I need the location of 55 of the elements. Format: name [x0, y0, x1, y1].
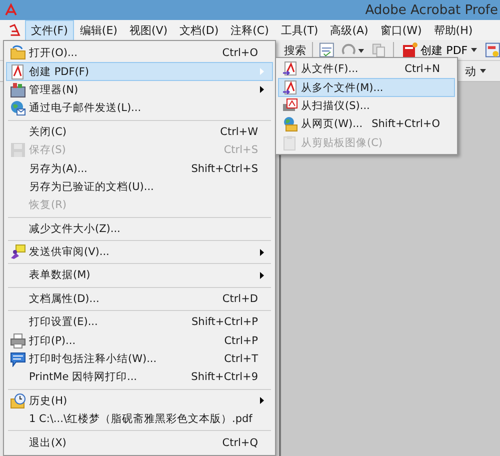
- menu-item[interactable]: 从扫描仪(S)...: [278, 96, 455, 116]
- scanner-icon: [282, 98, 298, 114]
- menu-bar-item[interactable]: 帮助(H): [428, 20, 478, 40]
- caret-icon[interactable]: [480, 69, 486, 73]
- menu-bar-item[interactable]: 工具(T): [276, 20, 324, 40]
- menu-bar-item[interactable]: 高级(A): [325, 20, 374, 40]
- menu-item[interactable]: 通过电子邮件发送(L)...: [6, 99, 273, 118]
- menu-item[interactable]: 退出(X) Ctrl+Q: [6, 433, 273, 452]
- spell-check-icon[interactable]: [318, 42, 334, 58]
- window-title: Adobe Acrobat Profe: [365, 2, 498, 18]
- clipboard-icon: [282, 134, 298, 151]
- submenu-arrow-icon: [260, 68, 264, 76]
- menu-item[interactable]: 从文件(F)... Ctrl+N: [278, 60, 455, 78]
- menu-bar-item[interactable]: 文档(D): [174, 20, 224, 40]
- toolbar-label[interactable]: 动: [465, 64, 476, 78]
- menu-item[interactable]: 文档属性(D)... Ctrl+D: [6, 290, 273, 308]
- organizer-icon: [10, 82, 26, 98]
- globe-folder-icon: [282, 116, 298, 132]
- submenu-arrow-icon: [260, 272, 264, 279]
- menu-item[interactable]: 打印时包括注释小结(W)... Ctrl+T: [6, 350, 273, 368]
- menu-item[interactable]: 发送供审阅(V)...: [6, 242, 273, 262]
- acrobat-logo-icon: [4, 3, 18, 17]
- caret-icon: [470, 48, 477, 52]
- menu-item[interactable]: PrintMe 因特网打印... Shift+Ctrl+9: [6, 368, 273, 387]
- menu-item[interactable]: 另存为已验证的文档(U)...: [6, 178, 273, 196]
- menu-item[interactable]: 表单数据(M): [6, 266, 273, 285]
- menu-item[interactable]: 1 C:\...\红楼梦（脂砚斋雅黑彩色文本版）.pdf: [6, 410, 273, 428]
- menu-item[interactable]: 另存为(A)... Shift+Ctrl+S: [6, 159, 273, 178]
- menu-item[interactable]: 打印(P)... Ctrl+P: [6, 331, 273, 350]
- printer-icon: [10, 332, 26, 349]
- submenu-arrow-icon: [260, 248, 264, 256]
- menu-item[interactable]: 打印设置(E)... Shift+Ctrl+P: [6, 313, 273, 332]
- speech-bubble-icon: [10, 351, 26, 368]
- menu-bar-item[interactable]: 文件(F): [26, 20, 73, 40]
- menu-item[interactable]: 从网页(W)... Shift+Ctrl+O: [278, 115, 455, 134]
- menu-item[interactable]: 打开(O)... Ctrl+O: [6, 44, 273, 62]
- copy-icon[interactable]: [371, 42, 387, 58]
- menu-item[interactable]: 管理器(N): [6, 80, 273, 100]
- menu-item[interactable]: 从多个文件(M)...: [278, 78, 455, 97]
- review-icon: [10, 244, 26, 260]
- menu-item[interactable]: 减少文件大小(Z)...: [6, 220, 273, 238]
- menu-item[interactable]: 关闭(C) Ctrl+W: [6, 122, 273, 141]
- menu-item[interactable]: 历史(H): [6, 392, 273, 410]
- clock-folder-icon: [10, 392, 26, 409]
- menu-bar-item[interactable]: 视图(V): [124, 20, 173, 40]
- submenu-arrow-icon: [260, 397, 264, 404]
- form-icon[interactable]: [484, 42, 500, 58]
- menu-bar-item[interactable]: 窗口(W): [375, 20, 427, 40]
- globe-envelope-icon: [10, 100, 26, 116]
- folder-icon: [10, 45, 26, 62]
- menu-item[interactable]: 创建 PDF(F): [6, 62, 273, 81]
- search-label[interactable]: 搜索: [284, 42, 306, 58]
- submenu-arrow-icon: [260, 86, 264, 94]
- menu-bar-item[interactable]: 编辑(E): [74, 20, 122, 40]
- menu-bar-item[interactable]: 注释(C): [226, 20, 274, 40]
